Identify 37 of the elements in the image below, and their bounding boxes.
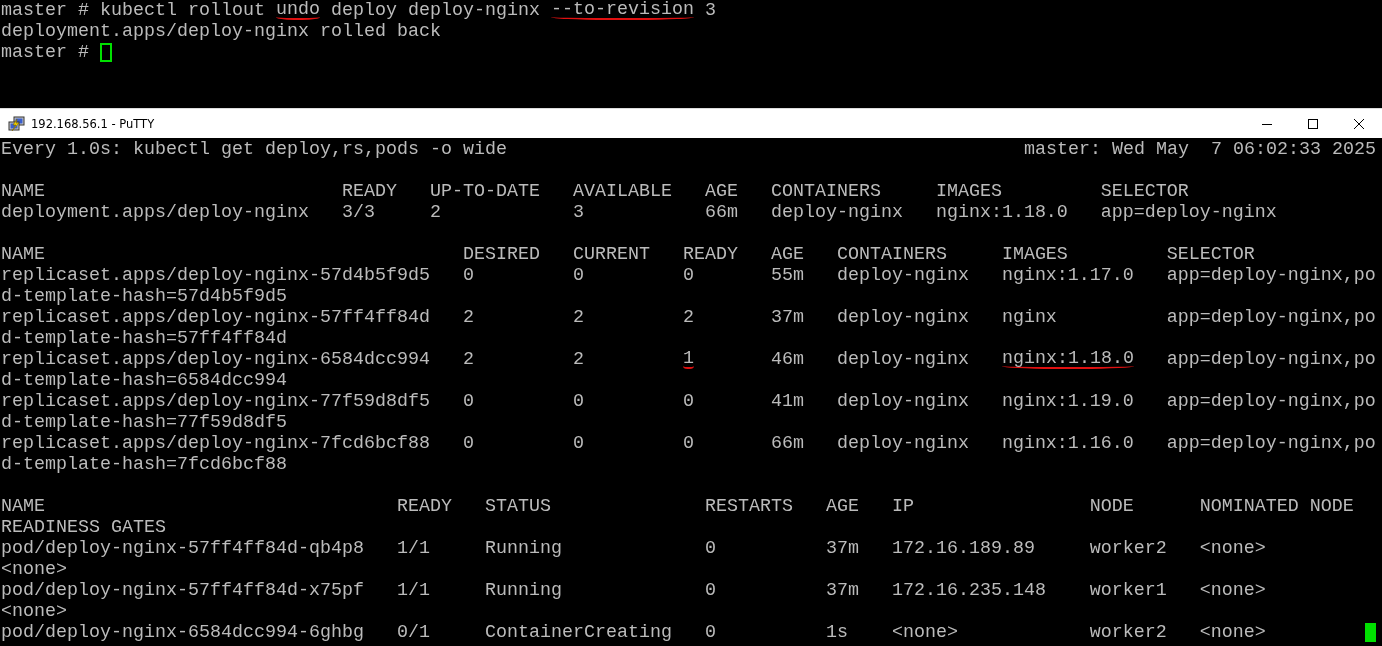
terminal-text: pod/deploy-nginx-57ff4ff84d-qb4p8 1/1 Running 0 37m 172.16.189.89 worker2 <none>	[1, 538, 1266, 559]
terminal-text: pod/deploy-nginx-57ff4ff84d-x75pf 1/1 Running 0 37m 172.16.235.148 worker1 <none>	[1, 580, 1266, 601]
terminal-text: master # kubectl rollout	[1, 0, 266, 21]
terminal-text: deploy deploy-nginx	[329, 0, 541, 21]
underlined-text: nginx:1.18.0	[1001, 350, 1134, 369]
underlined-text: --to-revision	[550, 1, 694, 20]
terminal-text: deployment.apps/deploy-nginx rolled back	[1, 21, 441, 42]
terminal-text: d-template-hash=77f59d8df5	[1, 412, 287, 433]
terminal-text: deployment.apps/deploy-nginx 3/3 2 3 66m deploy-nginx nginx:1.18.0 app=deploy-nginx	[1, 202, 1277, 223]
terminal-text: master #	[1, 42, 90, 63]
underlined-text: undo	[275, 1, 320, 20]
terminal-text: replicaset.apps/deploy-nginx-77f59d8df5 0 0 0 41m deploy-nginx nginx:1.19.0 app=deploy-nginx,po	[1, 391, 1376, 412]
terminal-text: NAME READY STATUS RESTARTS AGE IP NODE NOMINATED NODE	[1, 496, 1354, 517]
terminal-text: replicaset.apps/deploy-nginx-57ff4ff84d 2 2 2 37m deploy-nginx nginx app=deploy-nginx,po	[1, 307, 1376, 328]
maximize-icon	[1308, 118, 1318, 129]
terminal-text: replicaset.apps/deploy-nginx-6584dcc994 2 2	[1, 349, 585, 370]
terminal-text: d-template-hash=57ff4ff84d	[1, 328, 287, 349]
terminal-text: pod/deploy-nginx-6584dcc994-6ghbg 0/1 ContainerCreating 0 1s <none> worker2 <none>	[1, 622, 1266, 643]
terminal-text: 3	[703, 0, 716, 21]
computer-icon	[8, 115, 25, 132]
close-icon	[1354, 118, 1364, 129]
terminal-text: d-template-hash=7fcd6bcf88	[1, 454, 287, 475]
underlined-text: 1	[682, 350, 694, 369]
terminal-text: replicaset.apps/deploy-nginx-7fcd6bcf88 0 0 0 66m deploy-nginx nginx:1.16.0 app=deploy-nginx,po	[1, 433, 1376, 454]
terminal-text: replicaset.apps/deploy-nginx-57d4b5f9d5 0 0 0 55m deploy-nginx nginx:1.17.0 app=deploy-nginx,po	[1, 265, 1376, 286]
terminal-text: app=deploy-nginx,po	[1165, 349, 1376, 370]
terminal-text: d-template-hash=6584dcc994	[1, 370, 287, 391]
terminal-text: 46m deploy-nginx	[769, 349, 970, 370]
window-title: 192.168.56.1 - PuTTY	[31, 116, 155, 131]
terminal-text: <none>	[1, 559, 67, 580]
terminal-text: READINESS GATES	[1, 517, 166, 538]
terminal-text: d-template-hash=57d4b5f9d5	[1, 286, 287, 307]
terminal-text: NAME DESIRED CURRENT READY AGE CONTAINERS IMAGES SELECTOR	[1, 244, 1255, 265]
terminal-text: master: Wed May 7 06:02:33 2025	[1024, 139, 1376, 160]
terminal-text: Every 1.0s: kubectl get deploy,rs,pods -o wide	[1, 139, 507, 160]
terminal-text: NAME READY UP-TO-DATE AVAILABLE AGE CONTAINERS IMAGES SELECTOR	[1, 181, 1189, 202]
terminal-text: <none>	[1, 601, 67, 622]
